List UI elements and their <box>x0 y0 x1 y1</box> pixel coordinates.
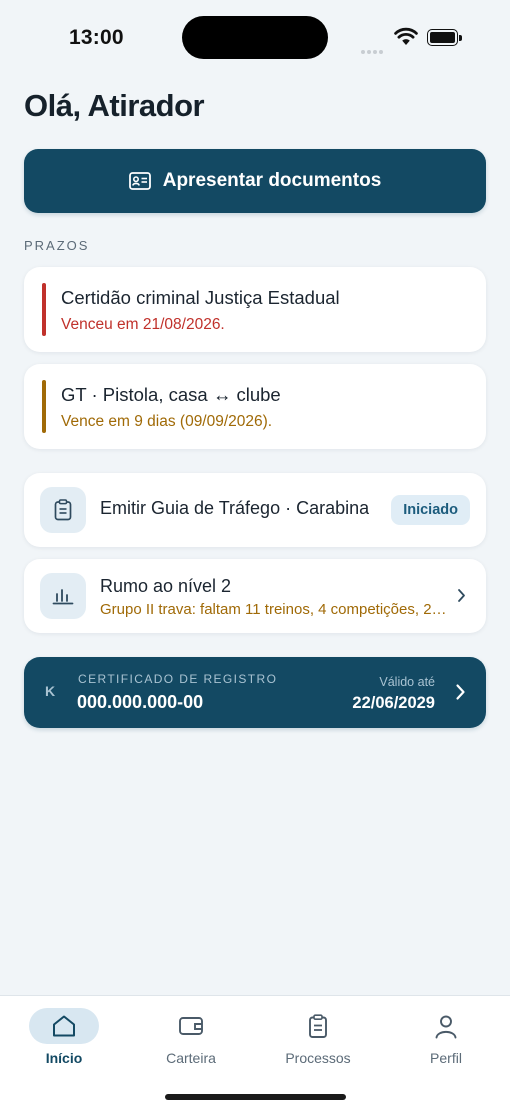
tab-label: Perfil <box>430 1050 462 1066</box>
tab-label: Início <box>45 1050 83 1066</box>
process-title: Emitir Guia de Tráfego · Carabina <box>100 498 370 518</box>
greeting-title: Olá, Atirador <box>24 88 205 123</box>
wifi-icon <box>394 27 418 45</box>
deadline-status-bar <box>42 283 46 336</box>
tab-processos[interactable]: Processos <box>268 1008 368 1072</box>
deadline-status-bar <box>42 380 46 433</box>
battery-icon <box>427 29 462 46</box>
certificate-valid-label: Válido até <box>379 675 435 689</box>
certificate-number: 000.000.000-00 <box>77 692 204 712</box>
tab-carteira[interactable]: Carteira <box>141 1008 241 1072</box>
registration-certificate-card[interactable]: K CERTIFICADO DE REGISTRO 000.000.000-00… <box>24 657 486 728</box>
home-indicator <box>165 1094 346 1100</box>
chevron-right-icon <box>458 589 465 602</box>
status-bar: 13:00 <box>0 0 510 76</box>
tab-label: Carteira <box>166 1050 216 1066</box>
deadline-title: GT · Pistola, casa ↔ clube <box>61 384 281 405</box>
deadline-subtitle: Vence em 9 dias (09/09/2026). <box>61 413 273 430</box>
status-badge: Iniciado <box>391 495 470 525</box>
clipboard-icon <box>283 1008 353 1044</box>
deadline-subtitle: Venceu em 21/08/2026. <box>61 316 225 333</box>
id-card-icon <box>128 172 151 190</box>
certificate-label: CERTIFICADO DE REGISTRO <box>78 672 278 686</box>
bar-chart-icon <box>40 573 86 619</box>
chevron-right-icon <box>456 684 465 700</box>
certificate-valid-date: 22/06/2029 <box>352 694 435 712</box>
status-time: 13:00 <box>69 26 124 49</box>
home-icon <box>29 1008 99 1044</box>
level-progress-card[interactable]: Rumo ao nível 2 Grupo II trava: faltam 1… <box>24 559 486 633</box>
cellular-signal-icon <box>361 41 385 59</box>
deadline-card-criminal-certificate[interactable]: Certidão criminal Justiça Estadual Vence… <box>24 267 486 352</box>
deadline-title: Certidão criminal Justiça Estadual <box>61 287 340 308</box>
wallet-icon <box>156 1008 226 1044</box>
dynamic-island <box>182 16 328 59</box>
bottom-tab-bar: Início Carteira Processos Perfil <box>0 995 510 1108</box>
tab-inicio[interactable]: Início <box>14 1008 114 1072</box>
present-documents-label: Apresentar documentos <box>162 170 382 191</box>
tab-label: Processos <box>285 1050 351 1066</box>
tab-perfil[interactable]: Perfil <box>396 1008 496 1072</box>
user-icon <box>411 1008 481 1044</box>
clipboard-icon <box>40 487 86 533</box>
deadline-card-traffic-guide[interactable]: GT · Pistola, casa ↔ clube Vence em 9 di… <box>24 364 486 449</box>
present-documents-button[interactable]: Apresentar documentos <box>24 149 486 213</box>
process-card-traffic-guide[interactable]: Emitir Guia de Tráfego · Carabina Inicia… <box>24 473 486 547</box>
deadlines-section-label: PRAZOS <box>24 238 90 253</box>
certificate-mark: K <box>45 683 56 699</box>
level-title: Rumo ao nível 2 <box>100 576 232 596</box>
level-subtitle: Grupo II trava: faltam 11 treinos, 4 com… <box>100 601 450 618</box>
